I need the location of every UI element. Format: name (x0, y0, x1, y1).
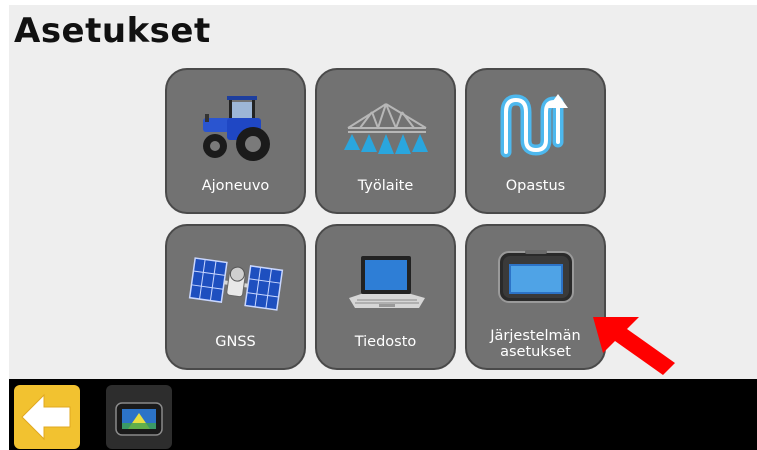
tile-guidance[interactable]: Opastus (465, 68, 606, 214)
tile-label: Ajoneuvo (201, 178, 270, 194)
satellite-icon (167, 244, 304, 324)
tile-system-settings[interactable]: Järjestelmän asetukset (465, 224, 606, 370)
tile-label: Opastus (505, 178, 566, 194)
display-button[interactable] (106, 385, 172, 449)
page-title: Asetukset (14, 11, 211, 51)
tile-label: Työlaite (357, 178, 414, 194)
tile-label: GNSS (215, 334, 256, 350)
tile-label: Tiedosto (354, 334, 417, 350)
display-console-icon (467, 236, 604, 316)
tile-label: Järjestelmän asetukset (467, 328, 604, 360)
tile-gnss[interactable]: GNSS (165, 224, 306, 370)
display-console-icon (115, 402, 163, 436)
back-button[interactable] (14, 385, 80, 449)
red-arrow-icon (589, 309, 679, 383)
tile-vehicle[interactable]: Ajoneuvo (165, 68, 306, 214)
tile-implement[interactable]: Työlaite (315, 68, 456, 214)
settings-screen: Asetukset Ajoneuvo Työlaite Opastus GNSS… (9, 5, 757, 450)
tile-label-line-1: Järjestelmän (490, 328, 581, 344)
guidance-pattern-icon (467, 88, 604, 168)
sprayer-boom-icon (317, 88, 454, 168)
tile-label-line-2: asetukset (500, 344, 571, 360)
tractor-icon (167, 88, 304, 168)
tile-file[interactable]: Tiedosto (315, 224, 456, 370)
bottom-toolbar (9, 379, 757, 450)
back-arrow-icon (21, 393, 71, 441)
laptop-icon (317, 244, 454, 324)
